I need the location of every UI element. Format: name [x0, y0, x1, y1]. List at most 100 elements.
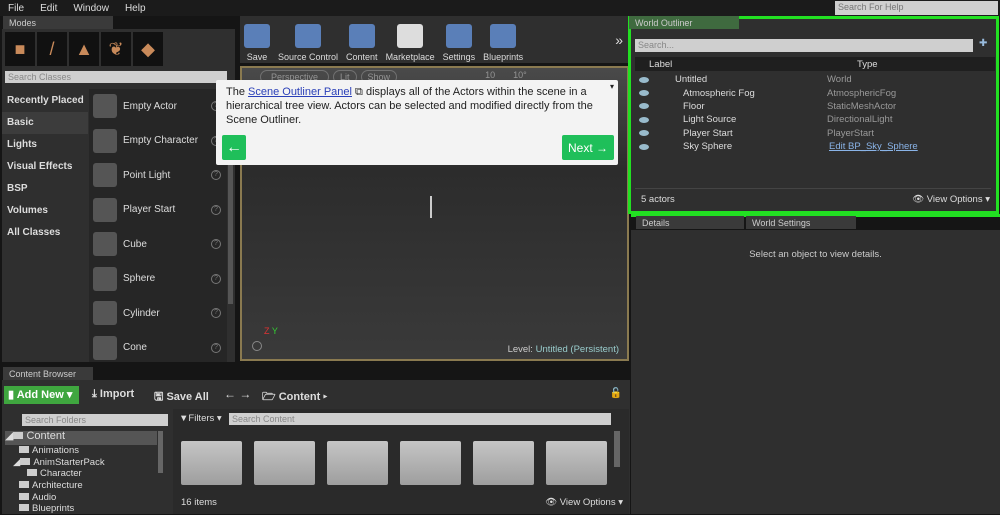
folder-thumbnail[interactable] [473, 441, 534, 485]
asset-scrollbar[interactable] [614, 431, 620, 467]
help-icon[interactable]: ? [211, 204, 221, 215]
category-bsp[interactable]: BSP [2, 178, 88, 200]
class-label: Empty Character [123, 135, 199, 147]
outliner-row[interactable]: Atmospheric Fog AtmosphericFog [631, 86, 991, 99]
add-actor-icon[interactable]: ✚ [979, 38, 987, 49]
landscape-mode-icon[interactable]: ▲ [69, 32, 99, 66]
visibility-icon[interactable] [639, 116, 649, 123]
help-icon[interactable]: ? [211, 170, 221, 181]
visibility-icon[interactable] [639, 76, 649, 83]
view-options-button[interactable]: 👁 View Options ▾ [545, 497, 623, 508]
paint-mode-icon[interactable]: / [37, 32, 67, 66]
folder-thumbnail[interactable] [327, 441, 388, 485]
category-visual-effects[interactable]: Visual Effects [2, 156, 88, 178]
source-control-button[interactable]: Source Control [278, 18, 338, 62]
column-type[interactable]: Type [857, 59, 878, 70]
tree-item[interactable]: Audio [5, 492, 157, 504]
help-icon[interactable]: ? [211, 239, 221, 250]
help-icon[interactable]: ? [211, 342, 221, 353]
filters-button[interactable]: ▼Filters ▾ [179, 413, 222, 424]
outliner-row[interactable]: Player Start PlayerStart [631, 127, 991, 140]
scene-outliner-link[interactable]: Scene Outliner Panel [248, 86, 352, 98]
folder-thumbnail[interactable] [181, 441, 242, 485]
visibility-icon[interactable] [639, 90, 649, 97]
marketplace-button[interactable]: Marketplace [386, 18, 435, 62]
help-icon[interactable]: ? [211, 308, 221, 319]
previous-button[interactable]: ← [222, 135, 246, 160]
main-toolbar: Save Source Control Content Marketplace … [240, 16, 629, 63]
content-button[interactable]: Content [346, 18, 378, 62]
help-search-input[interactable]: Search For Help [835, 1, 998, 15]
foliage-mode-icon[interactable]: ❦ [101, 32, 131, 66]
save-all-button[interactable]: 🖫 Save All [154, 388, 209, 407]
outliner-row[interactable]: Floor StaticMeshActor [631, 100, 991, 113]
search-folders-input[interactable]: Search Folders [22, 414, 168, 426]
class-item[interactable]: Player Start? [89, 193, 227, 228]
outliner-row[interactable]: Light Source DirectionalLight [631, 113, 991, 126]
search-content-input[interactable]: Search Content [229, 413, 611, 425]
class-item[interactable]: Cube? [89, 227, 227, 262]
outliner-row[interactable]: Sky Sphere Edit BP_Sky_Sphere [631, 140, 991, 153]
blueprints-button[interactable]: Blueprints [483, 18, 523, 62]
dropdown-icon[interactable]: ▾ [610, 80, 614, 94]
add-new-button[interactable]: ▮ Add New ▾ [4, 386, 79, 404]
view-options-button[interactable]: 👁 View Options ▾ [912, 194, 990, 205]
folder-thumbnail[interactable] [400, 441, 461, 485]
category-lights[interactable]: Lights [2, 134, 88, 156]
visibility-icon[interactable] [639, 143, 649, 150]
category-all-classes[interactable]: All Classes [2, 222, 88, 244]
tree-item[interactable]: Character [5, 468, 157, 480]
tab-modes[interactable]: Modes [3, 16, 113, 29]
class-label: Cone [123, 342, 147, 354]
tree-item[interactable]: Architecture [5, 480, 157, 492]
modes-panel: ■ / ▲ ❦ ◆ Search Classes Recently Placed Bas… [2, 29, 235, 362]
class-item[interactable]: Empty Character? [89, 124, 227, 159]
save-button[interactable]: Save [244, 18, 270, 62]
tree-item[interactable]: ◢ AnimStarterPack [5, 457, 157, 469]
geometry-mode-icon[interactable]: ◆ [133, 32, 163, 66]
edit-blueprint-link[interactable]: Edit BP_Sky_Sphere [829, 141, 918, 152]
settings-button[interactable]: Settings [442, 18, 476, 62]
tab-world-settings[interactable]: World Settings [746, 216, 856, 229]
next-button[interactable]: Next → [562, 135, 614, 160]
tree-item[interactable]: Blueprints [5, 503, 157, 515]
outliner-row[interactable]: Untitled World [631, 73, 991, 86]
category-recently-placed[interactable]: Recently Placed [2, 90, 88, 112]
class-item[interactable]: Cone? [89, 331, 227, 366]
tree-item-content[interactable]: ◢ Content [5, 430, 157, 445]
folder-thumbnail[interactable] [254, 441, 315, 485]
import-button[interactable]: ⤓ Import [92, 388, 134, 401]
tab-details[interactable]: Details [636, 216, 744, 229]
category-basic[interactable]: Basic [2, 112, 88, 134]
save-all-label: Save All [166, 391, 209, 403]
visibility-icon[interactable] [639, 130, 649, 137]
player-start-icon[interactable] [430, 196, 444, 218]
outliner-search-input[interactable]: Search... [635, 39, 973, 52]
folder-thumbnail[interactable] [546, 441, 607, 485]
menu-help[interactable]: Help [125, 3, 146, 14]
folder-scrollbar[interactable] [158, 431, 163, 473]
label: Settings [442, 51, 476, 62]
column-label[interactable]: Label [649, 59, 672, 70]
back-forward-icons[interactable]: ← → [224, 387, 251, 401]
help-icon[interactable]: ? [211, 273, 221, 284]
tab-world-outliner[interactable]: World Outliner [629, 16, 739, 29]
tree-item[interactable]: Animations [5, 445, 157, 457]
place-mode-icon[interactable]: ■ [5, 32, 35, 66]
class-item[interactable]: Point Light? [89, 158, 227, 193]
menu-edit[interactable]: Edit [40, 3, 57, 14]
class-item[interactable]: Cylinder? [89, 296, 227, 331]
category-volumes[interactable]: Volumes [2, 200, 88, 222]
visibility-icon[interactable] [639, 103, 649, 110]
search-classes-input[interactable]: Search Classes [5, 71, 227, 83]
expand-toolbar-icon[interactable]: » [615, 32, 623, 48]
menu-file[interactable]: File [8, 3, 24, 14]
path-breadcrumb[interactable]: 🗁 Content ▸ [262, 388, 327, 407]
lock-icon[interactable]: 🔓 [610, 388, 622, 399]
mode-icons: ■ / ▲ ❦ ◆ [2, 29, 235, 69]
tab-content-browser[interactable]: Content Browser [3, 367, 93, 380]
menu-window[interactable]: Window [73, 3, 109, 14]
class-item[interactable]: Empty Actor? [89, 89, 227, 124]
help-icon[interactable] [252, 341, 262, 351]
class-item[interactable]: Sphere? [89, 262, 227, 297]
